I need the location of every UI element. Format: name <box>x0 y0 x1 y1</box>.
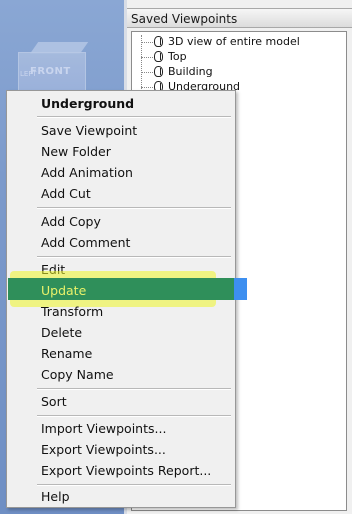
menu-separator <box>37 415 231 417</box>
viewcube-front-label: FRONT <box>30 66 71 77</box>
menu-item-sort[interactable]: Sort <box>9 391 233 412</box>
tree-branch <box>141 72 153 73</box>
tree-item-label: Building <box>168 65 213 78</box>
tree-branch <box>141 57 153 58</box>
context-menu-lower: Update Transform Delete Rename Copy Name… <box>6 90 236 508</box>
menu-item-export-viewpoints[interactable]: Export Viewpoints... <box>9 439 233 460</box>
menu-item-import-viewpoints[interactable]: Import Viewpoints... <box>9 418 233 439</box>
viewpoint-icon <box>154 51 163 62</box>
menu-item-export-viewpoints-report[interactable]: Export Viewpoints Report... <box>9 460 233 481</box>
tree-branch <box>141 42 153 43</box>
viewpoint-icon <box>154 66 163 77</box>
viewpoint-icon <box>154 36 163 47</box>
tree-branch <box>141 87 153 88</box>
menu-item-rename[interactable]: Rename <box>9 343 233 364</box>
tree-item-label: 3D view of entire model <box>168 35 300 48</box>
menu-item-delete[interactable]: Delete <box>9 322 233 343</box>
menu-item-copy-name[interactable]: Copy Name <box>9 364 233 385</box>
panel-title: Saved Viewpoints <box>127 8 352 28</box>
menu-item-transform[interactable]: Transform <box>9 301 233 322</box>
menu-item-help[interactable]: Help <box>9 486 233 507</box>
menu-separator <box>37 388 231 390</box>
tree-item-label: Top <box>168 50 187 63</box>
menu-item-update[interactable]: Update <box>9 280 233 301</box>
